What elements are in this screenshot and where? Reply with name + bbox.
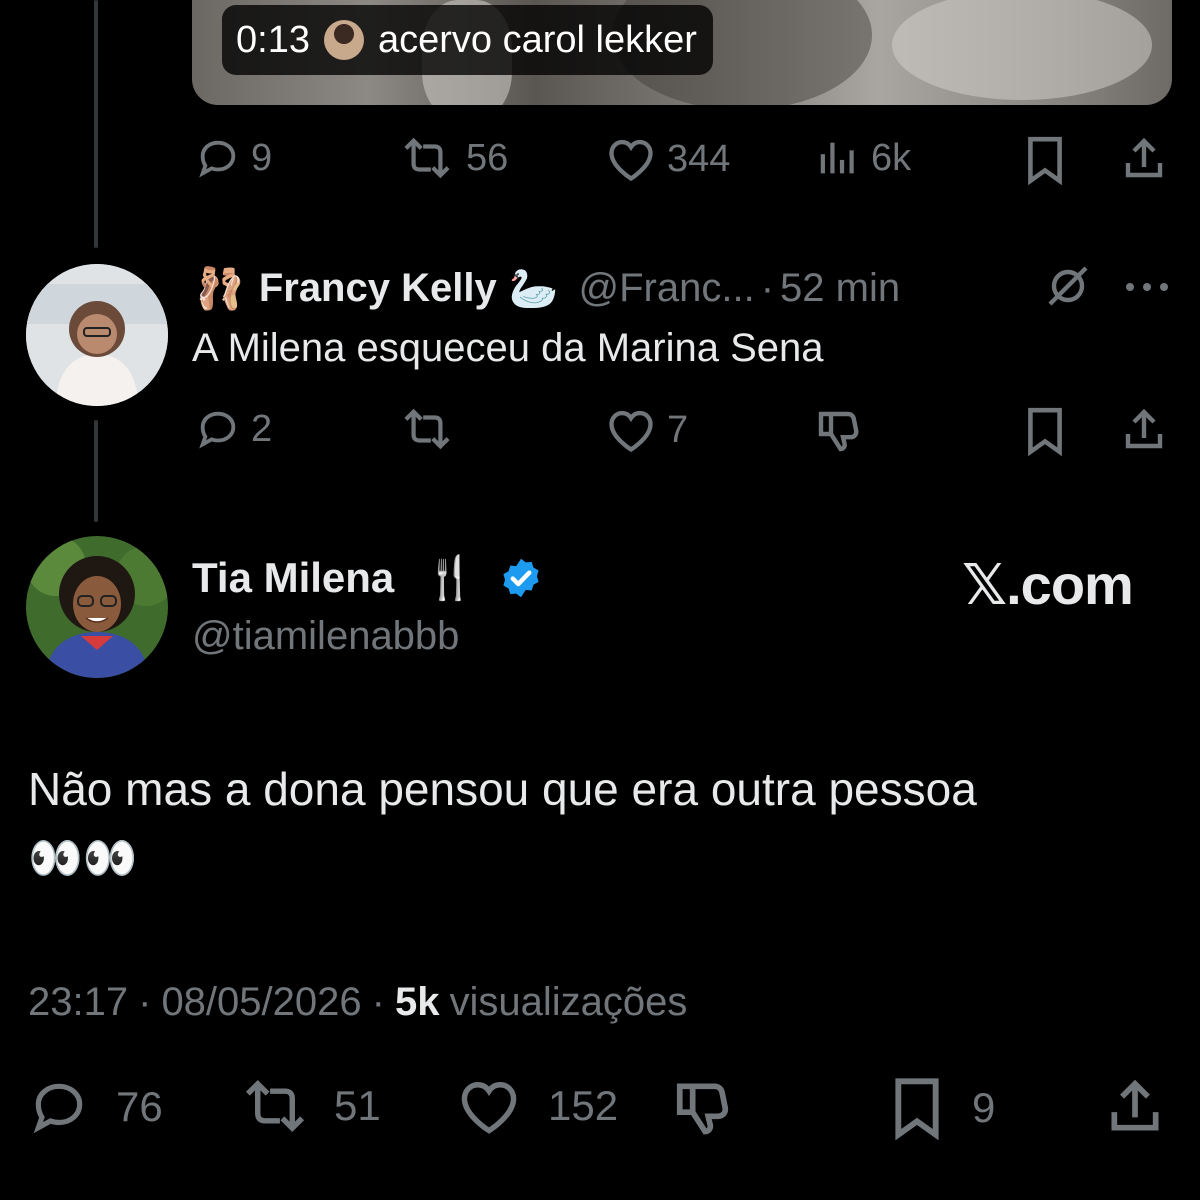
reply-button[interactable]: 76	[28, 1076, 163, 1138]
main-author-avatar[interactable]	[26, 536, 168, 678]
grok-icon	[1048, 266, 1088, 306]
bookmark-button[interactable]: 9	[888, 1076, 995, 1140]
bookmark-button[interactable]	[1022, 135, 1068, 185]
video-source-label: acervo carol lekker	[377, 18, 697, 61]
name-emoji-swan: 🦢	[508, 266, 559, 311]
like-icon	[461, 1081, 517, 1134]
retweet-icon	[404, 137, 450, 179]
main-author-handle[interactable]: @tiamilenabbb	[192, 614, 459, 659]
retweet-count: 56	[466, 136, 509, 179]
reply-icon	[33, 1083, 83, 1134]
like-count: 7	[667, 408, 689, 451]
tweet-date[interactable]: 08/05/2026	[161, 980, 361, 1025]
reply-count: 9	[251, 136, 273, 179]
reply-button[interactable]: 2	[195, 406, 272, 452]
reply-timestamp[interactable]: 52 min	[780, 266, 900, 311]
bookmark-button[interactable]	[1022, 406, 1068, 456]
more-icon	[1126, 283, 1168, 291]
retweet-count: 51	[334, 1082, 381, 1129]
like-button[interactable]: 152	[456, 1076, 618, 1136]
video-info-pill: 0:13 acervo carol lekker	[222, 5, 713, 75]
grok-button[interactable]	[1044, 262, 1092, 315]
share-button[interactable]	[1120, 135, 1168, 183]
bookmark-icon	[895, 1078, 939, 1140]
reply-author-handle[interactable]: @Franc...	[579, 266, 755, 311]
retweet-icon	[245, 1079, 305, 1133]
source-avatar	[323, 20, 364, 60]
share-icon	[1125, 137, 1163, 178]
views-icon	[820, 142, 854, 174]
reply-header: 🩰 Francy Kelly 🦢 @Franc... · 52 min	[195, 258, 900, 318]
main-tweet-actions: 76 51 152 9	[0, 1076, 1200, 1140]
share-button[interactable]	[1104, 1076, 1166, 1138]
reply-author-name[interactable]: Francy Kelly	[259, 266, 497, 311]
main-tweet-text-line1: Não mas a dona pensou que era outra pess…	[28, 763, 977, 815]
dislike-icon	[676, 1083, 729, 1135]
name-emoji-ballet: 🩰	[195, 266, 245, 311]
reply-author-avatar[interactable]	[26, 264, 168, 406]
reply-icon	[199, 411, 236, 449]
like-count: 344	[667, 137, 731, 180]
dislike-button[interactable]	[815, 406, 863, 454]
reply-text: A Milena esqueceu da Marina Sena	[192, 326, 824, 370]
reply-icon	[199, 140, 236, 178]
tweet-time[interactable]: 23:17	[28, 980, 128, 1025]
prev-tweet-actions: 9 56 344 6k	[0, 135, 1200, 185]
dislike-button[interactable]	[672, 1076, 734, 1138]
share-icon	[1125, 408, 1163, 449]
retweet-button[interactable]	[398, 406, 466, 452]
main-author-row: Tia Milena 🍴	[192, 548, 543, 608]
reply-button[interactable]: 9	[195, 135, 272, 181]
bookmark-count: 9	[972, 1084, 996, 1131]
share-icon	[1111, 1079, 1159, 1131]
more-options-button[interactable]	[1124, 280, 1170, 298]
like-count: 152	[548, 1082, 619, 1129]
separator-dot: ·	[760, 265, 775, 310]
retweet-button[interactable]: 51	[238, 1076, 381, 1136]
main-author-name[interactable]: Tia Milena	[192, 554, 394, 602]
main-tweet-text-line2: 👀👀	[28, 834, 138, 883]
dislike-icon	[818, 411, 859, 452]
share-button[interactable]	[1120, 406, 1168, 454]
views-count[interactable]: 5k	[395, 980, 440, 1025]
reply-count: 2	[251, 407, 273, 450]
x-watermark: 𝕏.com	[962, 553, 1134, 616]
like-button[interactable]: 344	[605, 135, 730, 183]
like-icon	[609, 139, 653, 182]
separator-dot: ·	[138, 980, 152, 1024]
name-emoji-cutlery: 🍴	[424, 553, 477, 601]
views-count: 6k	[871, 136, 912, 179]
tweet-metadata: 23:17 · 08/05/2026 · 5k visualizações	[28, 980, 687, 1025]
reply-count: 76	[116, 1083, 163, 1130]
bookmark-icon	[1028, 136, 1062, 185]
separator-dot: ·	[371, 980, 385, 1024]
retweet-button[interactable]: 56	[398, 135, 508, 181]
views-button[interactable]: 6k	[815, 135, 911, 181]
thread-line-top	[94, 0, 98, 248]
reply-actions: 2 7	[0, 406, 1200, 456]
like-icon	[609, 410, 653, 453]
video-duration: 0:13	[236, 18, 310, 61]
bookmark-icon	[1028, 407, 1062, 456]
like-button[interactable]: 7	[605, 406, 688, 454]
retweet-icon	[404, 408, 450, 450]
views-label: visualizações	[449, 980, 688, 1024]
verified-badge-icon	[502, 558, 539, 598]
video-thumbnail[interactable]: 0:13 acervo carol lekker	[192, 0, 1172, 105]
